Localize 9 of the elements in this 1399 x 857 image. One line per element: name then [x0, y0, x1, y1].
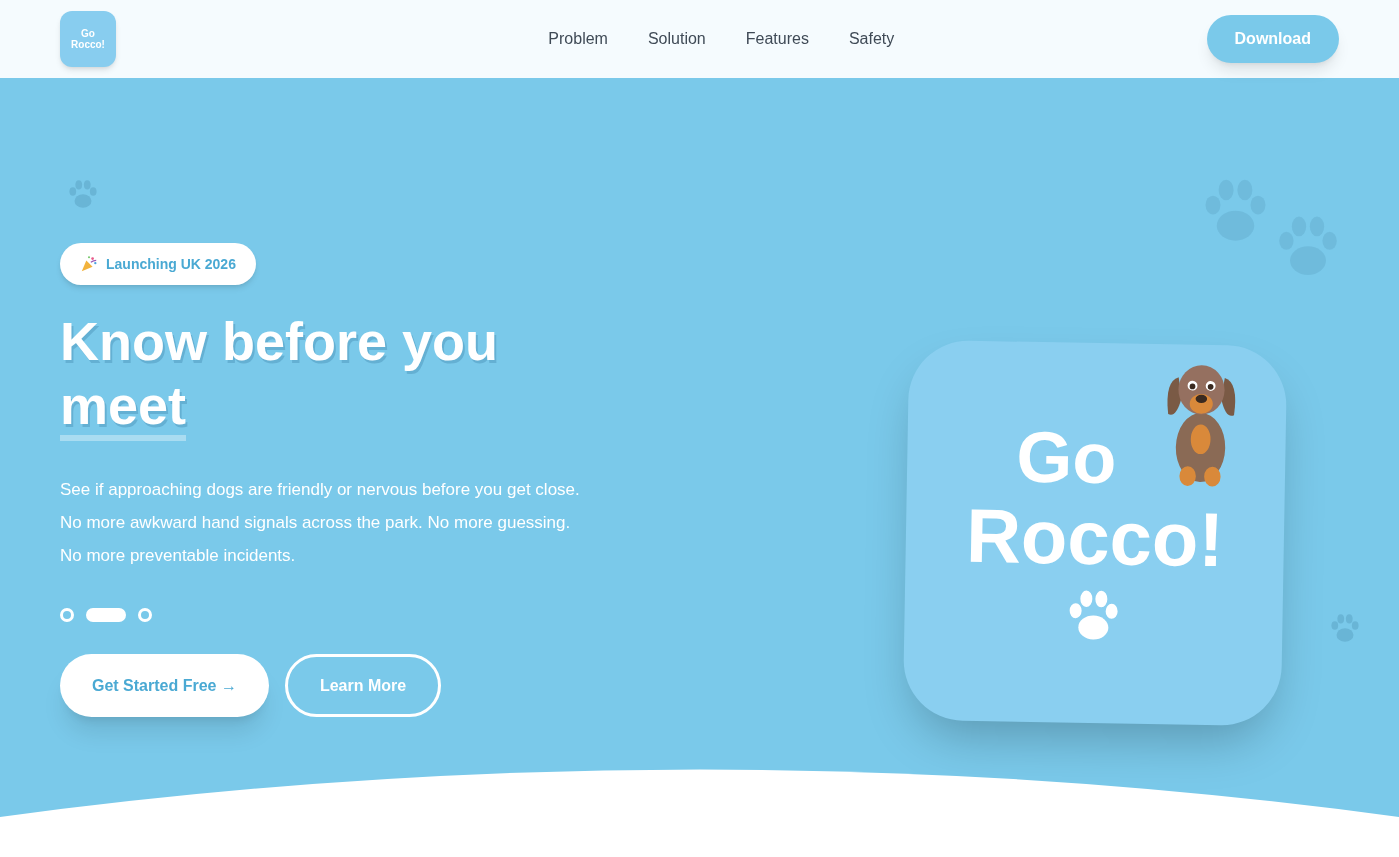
- party-popper-icon: [80, 255, 98, 273]
- nav-link[interactable]: Problem: [548, 27, 608, 51]
- badge-text: Launching UK 2026: [106, 254, 236, 274]
- nav-link[interactable]: Features: [745, 27, 809, 51]
- logo-text: Go: [81, 28, 95, 39]
- hero-description: See if approaching dogs are friendly or nervous before you get close. No more awkward hand signals across the park. No more guessing. No more preventable incidents.: [60, 479, 580, 567]
- nav-link[interactable]: Safety: [848, 27, 895, 51]
- logo-text: Rocco!: [71, 39, 105, 50]
- nav-link[interactable]: Solution: [647, 27, 706, 51]
